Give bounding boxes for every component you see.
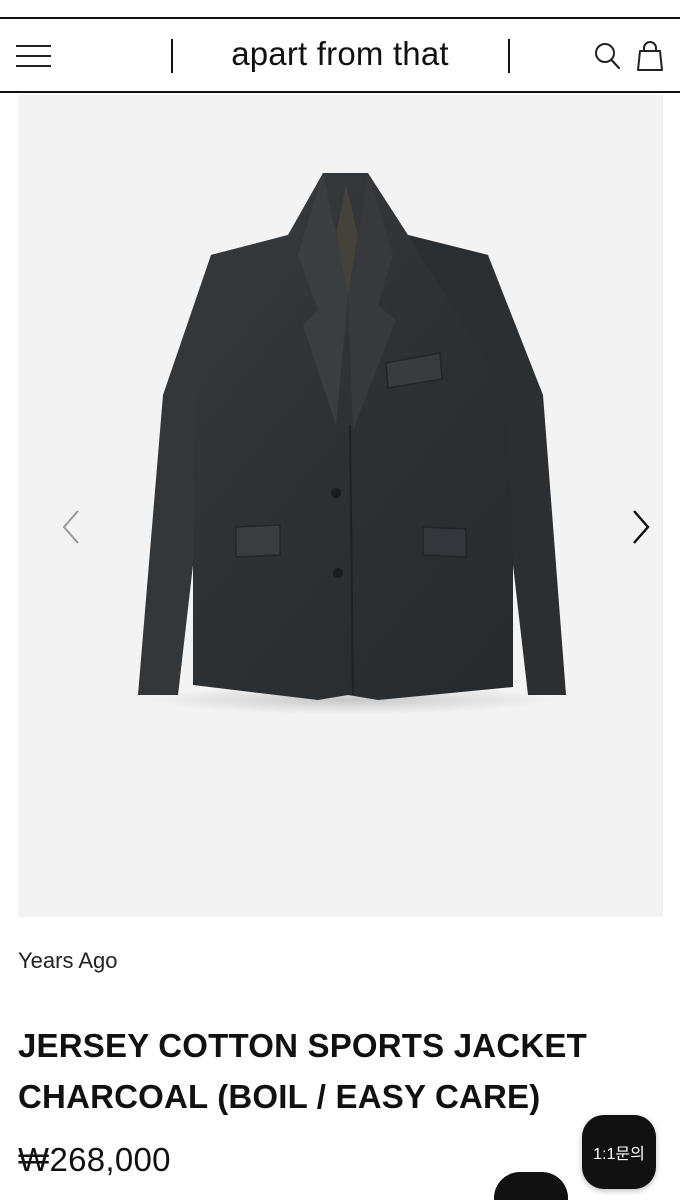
product-title-line: CHARCOAL (BOIL / EASY CARE) — [18, 1078, 541, 1115]
menu-line — [16, 45, 51, 47]
site-header: apart from that — [0, 19, 680, 93]
header-divider-left — [171, 39, 173, 73]
top-strip — [0, 0, 680, 19]
chevron-left-icon[interactable] — [58, 505, 88, 549]
site-logo[interactable]: apart from that — [180, 35, 500, 73]
menu-line — [16, 65, 51, 67]
inquiry-chat-label: 1:1문의 — [593, 1146, 645, 1163]
product-brand[interactable]: Years Ago — [18, 948, 118, 974]
product-image — [138, 173, 566, 714]
header-divider-right — [508, 39, 510, 73]
shopping-bag-icon[interactable] — [635, 39, 667, 73]
product-title-line: JERSEY COTTON SPORTS JACKET — [18, 1027, 587, 1064]
menu-line — [16, 55, 51, 57]
product-image-gallery[interactable] — [18, 95, 663, 917]
hamburger-menu-icon[interactable] — [16, 43, 52, 69]
product-title: JERSEY COTTON SPORTS JACKET CHARCOAL (BO… — [18, 1020, 618, 1122]
search-icon[interactable] — [592, 39, 624, 73]
product-price: ₩268,000 — [18, 1141, 171, 1178]
chevron-right-icon[interactable] — [626, 505, 656, 549]
floating-action-button[interactable] — [494, 1172, 568, 1200]
inquiry-chat-button[interactable]: 1:1문의 — [582, 1115, 656, 1189]
